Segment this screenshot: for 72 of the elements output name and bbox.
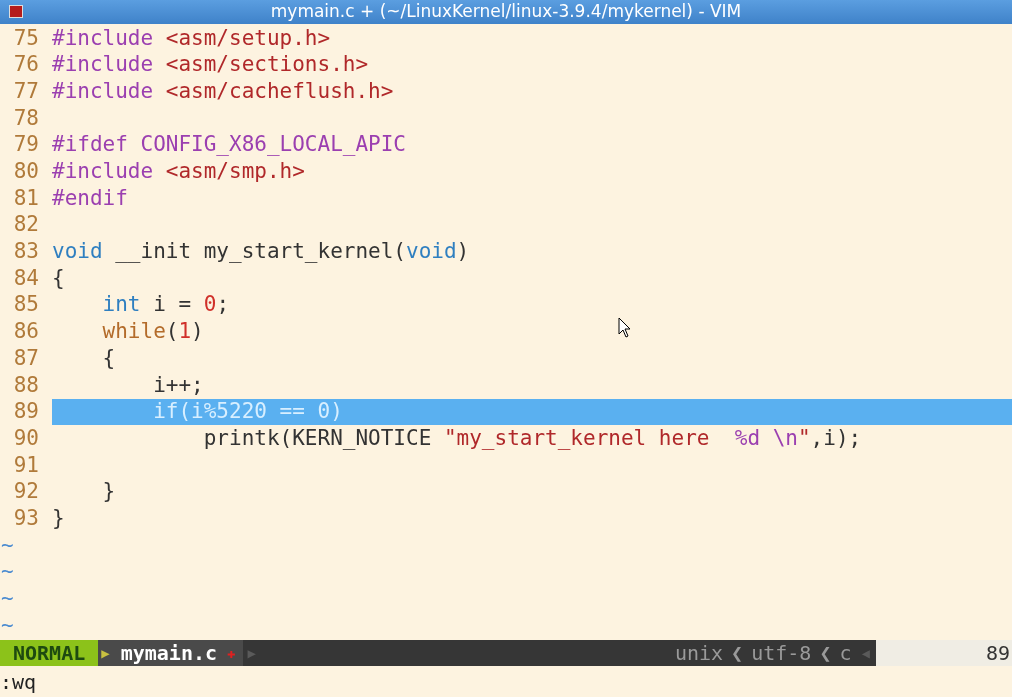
mode-indicator: NORMAL bbox=[0, 640, 99, 666]
code-text: ( bbox=[165, 318, 179, 346]
mode-separator: ▶ bbox=[98, 640, 113, 666]
number-literal: 0 bbox=[203, 291, 217, 319]
line-number: 81 bbox=[12, 184, 40, 212]
code-text: ,i); bbox=[810, 424, 862, 452]
window-title: mymain.c + (~/LinuxKernel/linux-3.9.4/mykernel) - VIM bbox=[270, 0, 742, 24]
file-separator: ▶ bbox=[246, 643, 257, 663]
file-type: c bbox=[838, 640, 853, 667]
line-number: 92 bbox=[12, 478, 40, 506]
preprocessor-text: #include bbox=[52, 24, 155, 52]
preprocessor-text: #include bbox=[52, 51, 155, 79]
type-keyword: void bbox=[406, 238, 457, 266]
type-separator: ◀ bbox=[860, 643, 871, 663]
separator-glyph: ❮ bbox=[730, 640, 745, 667]
separator-glyph: ❮ bbox=[818, 640, 833, 667]
preprocessor-text: #include bbox=[52, 158, 155, 186]
string-literal: " bbox=[797, 424, 811, 452]
string-literal: "my_start_kernel here bbox=[443, 424, 711, 452]
empty-line-tilde: ~ bbox=[0, 558, 14, 586]
line-number: 86 bbox=[12, 318, 40, 346]
preprocessor-text: #ifdef CONFIG_X86_LOCAL_APIC bbox=[52, 131, 406, 159]
line-number: 77 bbox=[12, 77, 40, 105]
code-text: i = bbox=[152, 291, 193, 319]
app-icon bbox=[9, 5, 23, 18]
empty-line-tilde: ~ bbox=[0, 531, 14, 559]
code-text: ) bbox=[191, 318, 204, 346]
file-encoding: utf-8 bbox=[750, 640, 813, 667]
line-number: 89 bbox=[12, 398, 40, 426]
string-literal: <asm/sections.h> bbox=[165, 51, 369, 79]
line-number: 80 bbox=[12, 158, 40, 186]
line-number: 91 bbox=[12, 451, 40, 479]
line-position: 89 bbox=[875, 640, 1012, 666]
code-text: ; bbox=[216, 291, 230, 319]
line-number: 83 bbox=[12, 238, 40, 266]
number-literal: 1 bbox=[178, 318, 192, 346]
code-text: printk(KERN_NOTICE bbox=[202, 424, 433, 452]
code-text: if(i%5220 == 0) bbox=[152, 398, 343, 426]
string-literal: <asm/cacheflush.h> bbox=[165, 77, 394, 105]
code-text: __init my_start_kernel( bbox=[114, 238, 406, 266]
line-number: 93 bbox=[12, 504, 40, 532]
empty-line-tilde: ~ bbox=[0, 611, 14, 639]
empty-line-tilde: ~ bbox=[0, 585, 14, 613]
format-specifier: %d \n bbox=[734, 424, 798, 452]
type-keyword: void bbox=[52, 238, 103, 266]
code-text: ) bbox=[456, 238, 470, 266]
command-line[interactable]: :wq bbox=[0, 667, 37, 697]
code-text: } bbox=[101, 478, 116, 506]
string-literal: <asm/setup.h> bbox=[165, 24, 331, 52]
line-number: 82 bbox=[12, 211, 40, 239]
code-text: } bbox=[52, 504, 65, 532]
type-keyword: int bbox=[101, 291, 141, 319]
modified-indicator: ✚ bbox=[227, 640, 244, 666]
line-number: 85 bbox=[12, 291, 40, 319]
line-number: 90 bbox=[12, 424, 40, 452]
line-number: 76 bbox=[12, 51, 40, 79]
string-literal: <asm/smp.h> bbox=[165, 158, 305, 186]
line-number: 75 bbox=[12, 24, 40, 52]
file-name: mymain.c bbox=[112, 640, 227, 666]
mouse-pointer-icon bbox=[618, 317, 632, 339]
control-keyword: while bbox=[101, 318, 166, 346]
line-number: 84 bbox=[12, 264, 40, 292]
line-number: 79 bbox=[12, 131, 40, 159]
code-text: i++; bbox=[152, 371, 204, 399]
code-text: { bbox=[52, 264, 65, 292]
line-number: 88 bbox=[12, 371, 40, 399]
preprocessor-text: #include bbox=[52, 77, 155, 105]
preprocessor-text: #endif bbox=[52, 184, 128, 212]
code-text: { bbox=[101, 344, 116, 372]
file-format: unix bbox=[673, 640, 725, 667]
line-number: 78 bbox=[12, 104, 40, 132]
line-number: 87 bbox=[12, 344, 40, 372]
